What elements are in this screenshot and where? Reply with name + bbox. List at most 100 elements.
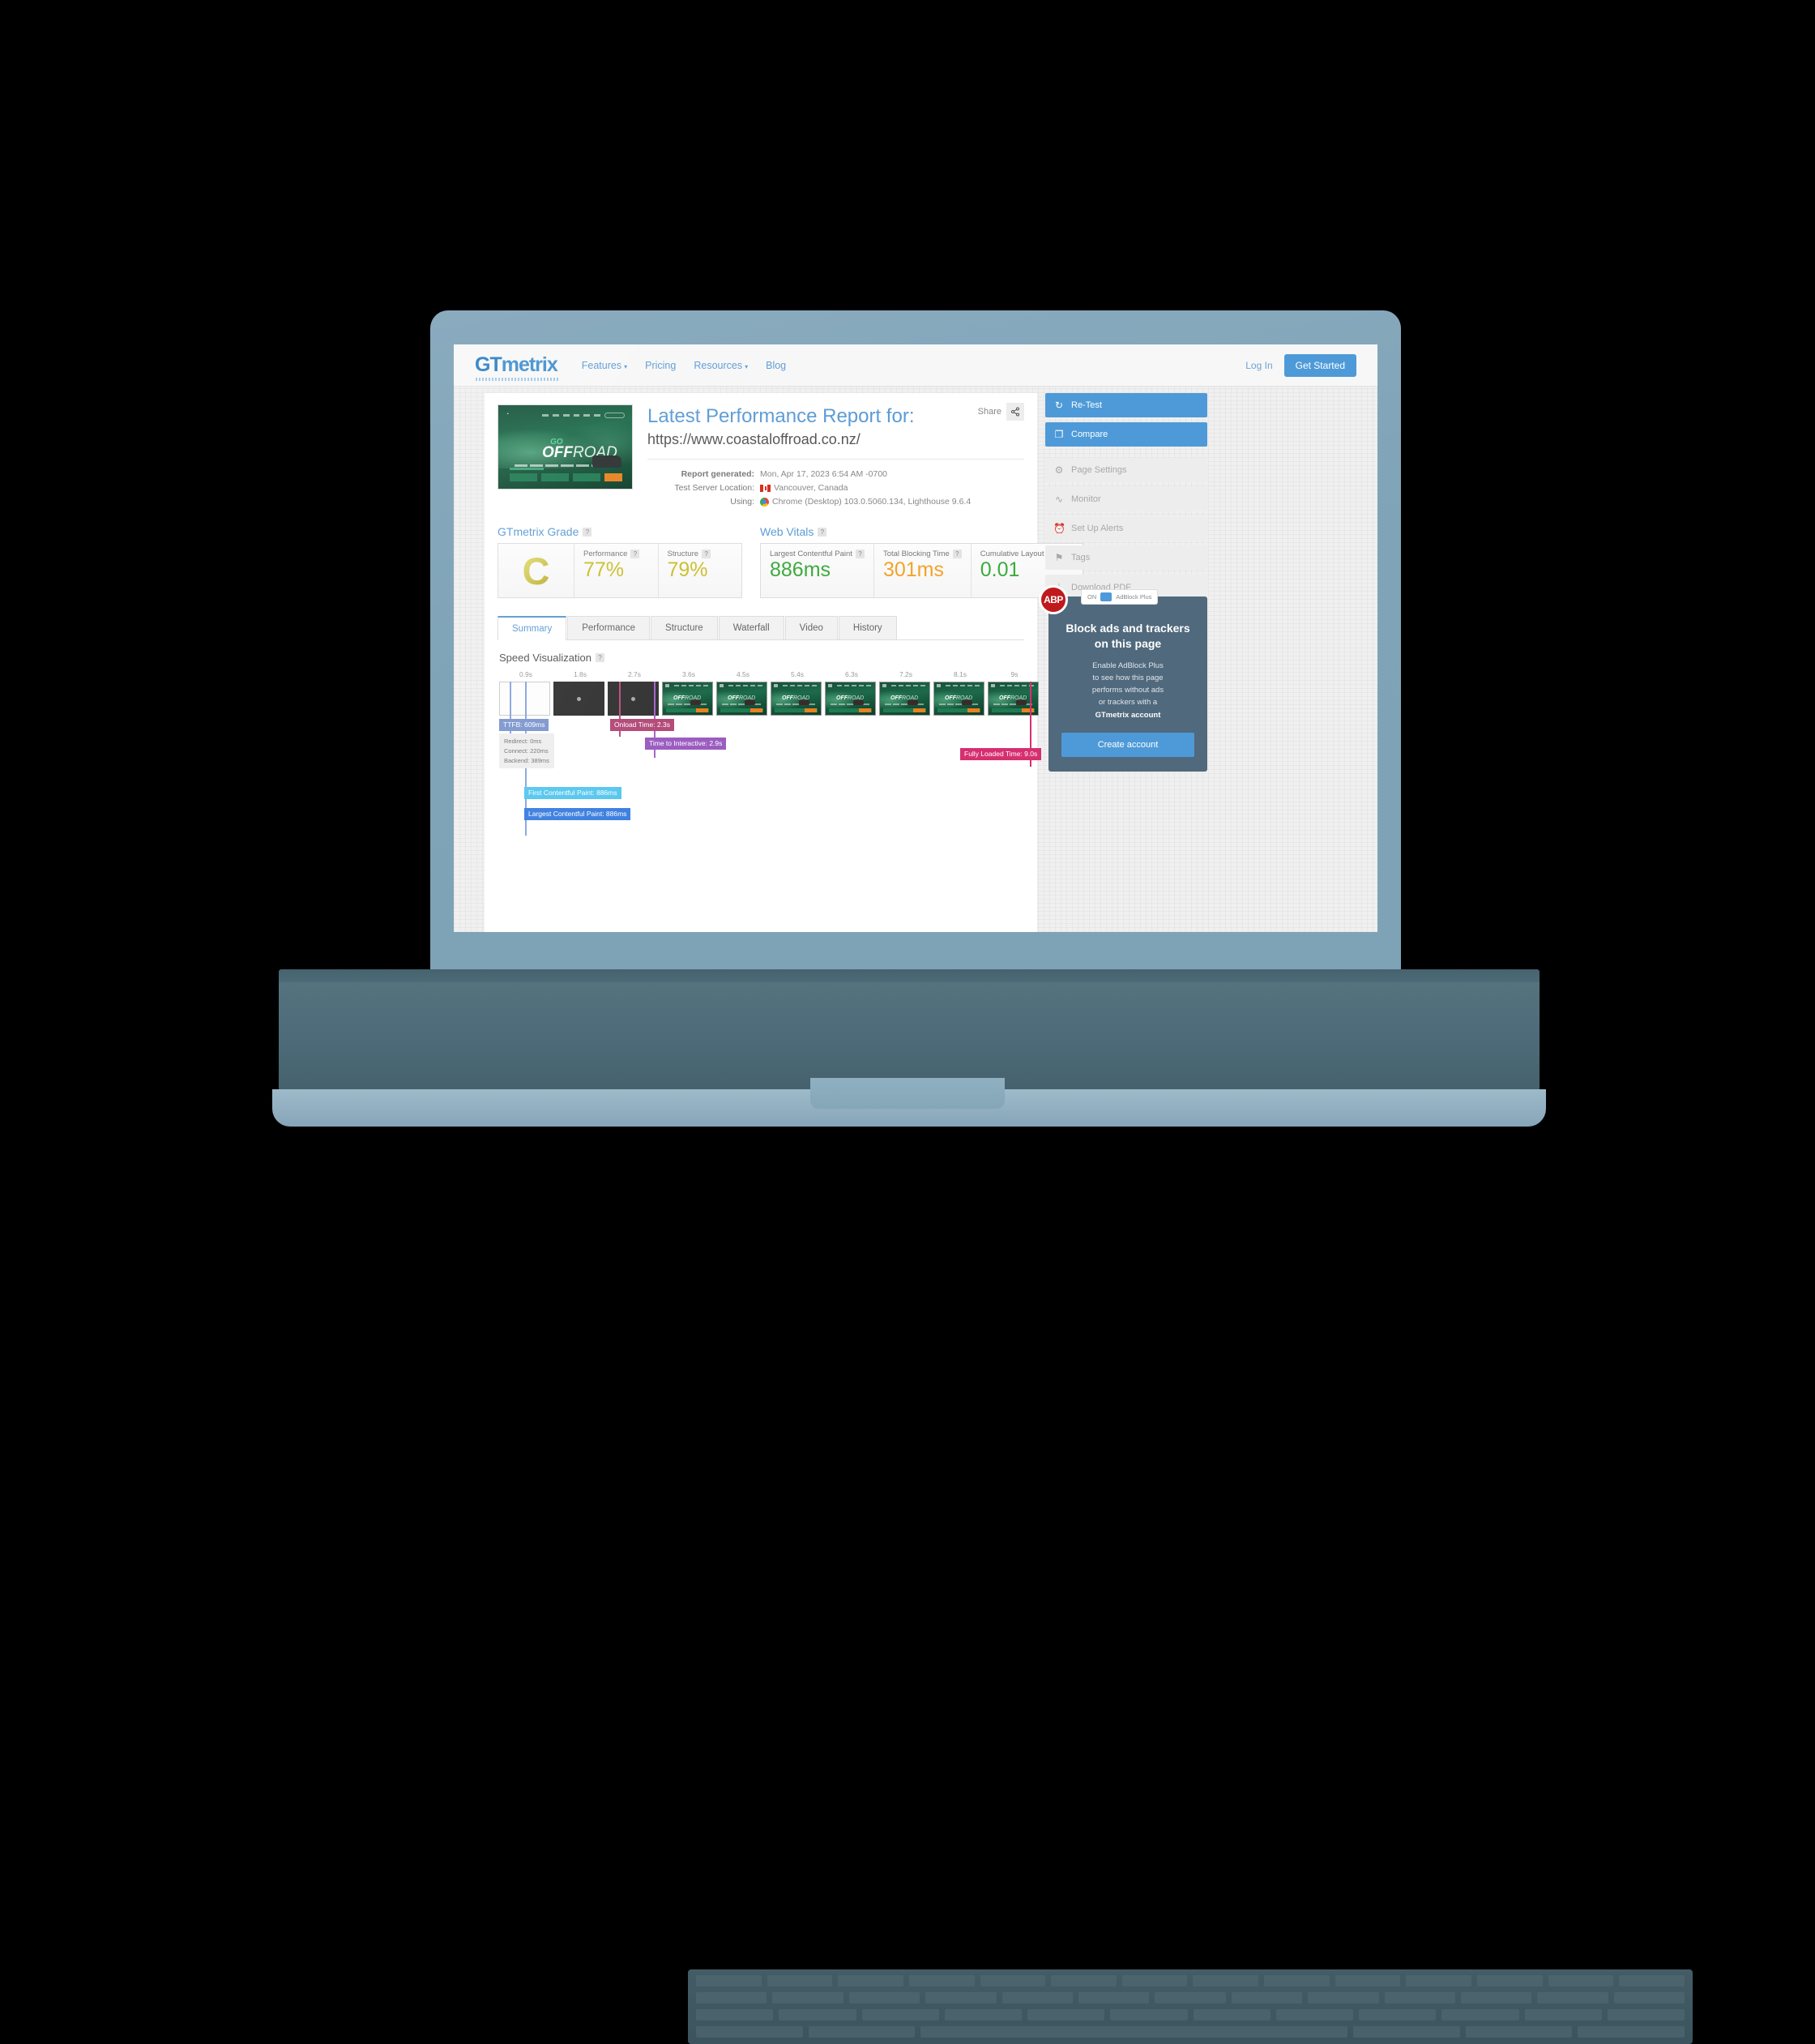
page-content: ◔ GO OFFROAD Share Latest Performance Re… bbox=[454, 387, 1377, 932]
speed-visualization-title: Speed Visualization ? bbox=[499, 652, 1024, 664]
badge-first-contentful-paint[interactable]: First Contentful Paint: 886ms bbox=[524, 787, 621, 800]
meta-label: Using: bbox=[730, 497, 754, 507]
help-icon[interactable]: ? bbox=[630, 549, 640, 559]
create-account-button[interactable]: Create account bbox=[1061, 732, 1194, 757]
nav-right-actions: Log In Get Started bbox=[1245, 353, 1356, 377]
laptop-mockup: GTmetrix Features ▾ Pricing Resources ▾ Bl… bbox=[0, 0, 1815, 2044]
meta-row-generated: Report generated: Mon, Apr 17, 2023 6:54… bbox=[647, 468, 1024, 481]
tab-waterfall[interactable]: Waterfall bbox=[718, 616, 784, 640]
badge-onload-time[interactable]: Onload Time: 2.3s bbox=[610, 719, 674, 732]
laptop-trackpad bbox=[810, 1078, 1005, 1109]
tab-history[interactable]: History bbox=[838, 616, 897, 640]
metric-performance: Performance ? 77% bbox=[574, 544, 658, 598]
gear-icon: ⚙ bbox=[1054, 464, 1064, 476]
tag-icon: ⚑ bbox=[1054, 552, 1064, 563]
thumb-off: OFF bbox=[542, 444, 573, 461]
scores-row: GTmetrix Grade ? C Performance ? 77% Str… bbox=[498, 525, 1084, 599]
meta-label: Report generated: bbox=[681, 469, 754, 480]
nav-item-features[interactable]: Features ▾ bbox=[582, 360, 627, 371]
report-url[interactable]: https://www.coastaloffroad.co.nz/ bbox=[647, 430, 1024, 449]
get-started-button[interactable]: Get Started bbox=[1283, 353, 1356, 377]
share-control: Share bbox=[978, 403, 1024, 421]
thumb-search-box bbox=[604, 413, 626, 418]
re-test-button[interactable]: ↻ Re-Test bbox=[1045, 393, 1207, 417]
section-label: Web Vitals bbox=[760, 525, 814, 539]
gtmetrix-grade-section: GTmetrix Grade ? C Performance ? 77% Str… bbox=[498, 525, 742, 599]
login-link[interactable]: Log In bbox=[1245, 360, 1272, 371]
toggle-switch-icon bbox=[1100, 592, 1112, 601]
badge-fully-loaded-time[interactable]: Fully Loaded Time: 9.0s bbox=[960, 748, 1042, 761]
button-label: Monitor bbox=[1071, 494, 1101, 504]
badge-ttfb[interactable]: TTFB: 609ms bbox=[499, 719, 549, 732]
help-icon[interactable]: ? bbox=[855, 549, 865, 559]
alarm-icon: ⏰ bbox=[1053, 523, 1066, 534]
divider bbox=[647, 459, 1024, 460]
thumb-site-logo: ◔ bbox=[506, 412, 510, 417]
gtmetrix-grade-title: GTmetrix Grade ? bbox=[498, 525, 742, 538]
label-text: Structure bbox=[667, 549, 699, 559]
filmstrip-frame: OFFROAD bbox=[716, 682, 767, 716]
tab-performance[interactable]: Performance bbox=[567, 616, 651, 640]
share-icon[interactable] bbox=[1006, 403, 1024, 421]
metric-value: 886ms bbox=[770, 558, 831, 582]
web-vitals-title: Web Vitals ? bbox=[760, 525, 1083, 538]
tick-label: 8.1s bbox=[953, 670, 967, 679]
chevron-down-icon: ▾ bbox=[745, 362, 749, 370]
timeline-ticks: 0.9s 1.8s 2.7s 3.6s 4.5s 5.4s 6.3s 7.2s … bbox=[499, 670, 1024, 682]
adblock-panel-body: Enable AdBlock Plus to see how this page… bbox=[1061, 660, 1194, 721]
tick-label: 4.5s bbox=[736, 670, 750, 679]
metric-tbt: Total Blocking Time ? 301ms bbox=[873, 544, 971, 598]
grade-letter-cell: C bbox=[498, 544, 574, 597]
tick-label: 0.9s bbox=[519, 670, 533, 679]
badge-time-to-interactive[interactable]: Time to Interactive: 2.9s bbox=[645, 738, 727, 750]
grade-letter: C bbox=[522, 549, 550, 592]
compare-button[interactable]: ❐ Compare bbox=[1045, 422, 1207, 447]
abp-logo-icon: ABP bbox=[1039, 585, 1068, 614]
meta-label: Test Server Location: bbox=[674, 483, 754, 494]
page-settings-button[interactable]: ⚙ Page Settings bbox=[1045, 458, 1207, 482]
tags-button[interactable]: ⚑ Tags bbox=[1045, 545, 1207, 570]
filmstrip-frame: OFFROAD bbox=[771, 682, 822, 716]
help-icon[interactable]: ? bbox=[702, 549, 711, 559]
nav-item-blog[interactable]: Blog bbox=[766, 360, 786, 371]
logo-gt: GT bbox=[475, 353, 502, 376]
body-line: Enable AdBlock Plus bbox=[1092, 661, 1164, 670]
help-icon[interactable]: ? bbox=[595, 653, 604, 663]
ttfb-connect: Connect: 220ms bbox=[504, 747, 549, 755]
help-icon[interactable]: ? bbox=[952, 549, 962, 559]
label-text: Total Blocking Time bbox=[882, 549, 950, 559]
tab-video[interactable]: Video bbox=[784, 616, 838, 640]
nav-item-pricing[interactable]: Pricing bbox=[645, 360, 676, 371]
filmstrip-frame bbox=[553, 682, 604, 716]
metric-value: 79% bbox=[667, 558, 708, 582]
tab-summary[interactable]: Summary bbox=[498, 616, 567, 641]
help-icon[interactable]: ? bbox=[583, 527, 592, 537]
web-vitals-box: Largest Contentful Paint ? 886ms Total B… bbox=[760, 543, 1084, 599]
metric-label: Structure ? bbox=[667, 549, 733, 559]
button-label: Compare bbox=[1071, 430, 1108, 439]
help-icon[interactable]: ? bbox=[818, 527, 827, 537]
filmstrip-frame: OFFROAD bbox=[988, 682, 1039, 716]
site-screenshot-thumbnail[interactable]: ◔ GO OFFROAD bbox=[498, 404, 633, 490]
meta-value: Vancouver, Canada bbox=[754, 481, 848, 495]
tick-label: 6.3s bbox=[844, 670, 859, 679]
ttfb-redirect: Redirect: 0ms bbox=[504, 738, 542, 746]
adblock-promo-panel: ABP ON AdBlock Plus Block ads and tracke… bbox=[1039, 585, 1207, 772]
badge-largest-contentful-paint[interactable]: Largest Contentful Paint: 886ms bbox=[524, 808, 631, 821]
nav-item-resources[interactable]: Resources ▾ bbox=[694, 360, 748, 371]
metric-lcp: Largest Contentful Paint ? 886ms bbox=[761, 544, 873, 597]
label-text: Performance bbox=[583, 549, 628, 559]
share-label: Share bbox=[977, 407, 1001, 417]
metric-label: Largest Contentful Paint ? bbox=[770, 549, 865, 559]
metric-value: 77% bbox=[583, 558, 625, 582]
gtmetrix-logo[interactable]: GTmetrix bbox=[475, 353, 558, 381]
set-up-alerts-button[interactable]: ⏰ Set Up Alerts bbox=[1045, 516, 1207, 541]
compare-icon: ❐ bbox=[1054, 429, 1064, 440]
adblock-toggle[interactable]: ON AdBlock Plus bbox=[1081, 589, 1159, 605]
report-title-block: Share Latest Performance Report for: htt… bbox=[647, 403, 1024, 509]
tab-structure[interactable]: Structure bbox=[651, 616, 718, 640]
monitor-button[interactable]: ∿ Monitor bbox=[1045, 487, 1207, 511]
web-vitals-section: Web Vitals ? Largest Contentful Paint ? … bbox=[760, 525, 1084, 599]
body-bold: GTmetrix account bbox=[1095, 710, 1161, 720]
